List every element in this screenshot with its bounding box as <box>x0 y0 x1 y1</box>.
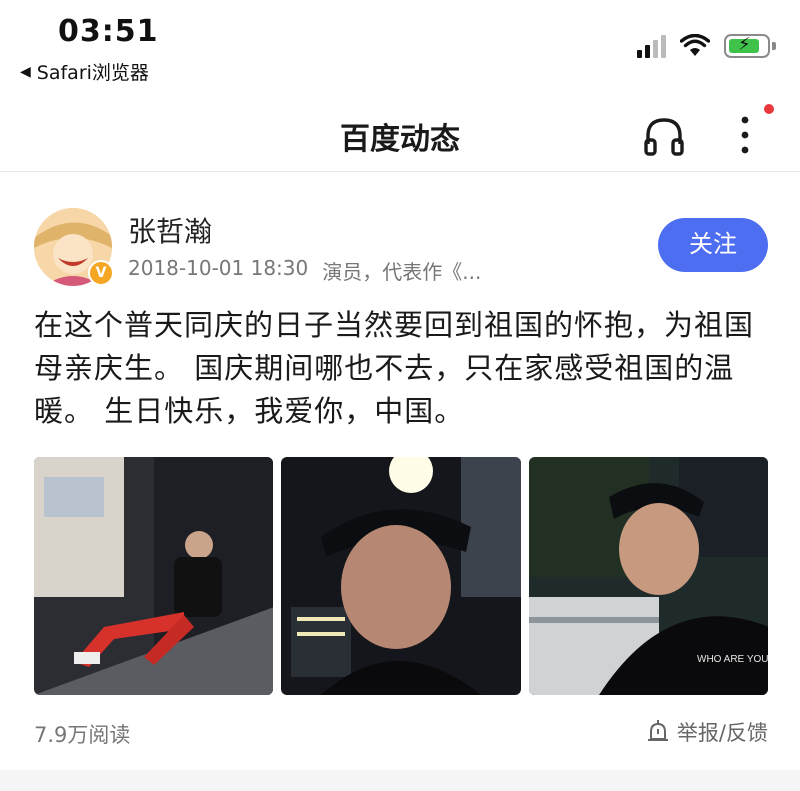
photo-grid: WHO ARE YOU? <box>34 457 768 695</box>
report-label: 举报/反馈 <box>676 721 768 745</box>
back-to-safari[interactable]: ◀ Safari浏览器 <box>20 58 149 85</box>
battery-charging-icon: ⚡ <box>724 34 776 58</box>
author-name[interactable]: 张哲瀚 <box>128 210 212 250</box>
system-icons: ⚡ <box>637 34 776 58</box>
city-selfie-photo[interactable]: WHO ARE YOU? <box>528 457 768 695</box>
notification-dot <box>764 104 774 114</box>
cellular-signal-icon <box>637 34 666 58</box>
verified-badge: V <box>88 260 114 286</box>
post-meta: 2018-10-01 18:30 演员，代表作《... <box>128 256 481 285</box>
night-selfie-photo[interactable] <box>281 457 521 695</box>
author-description: 演员，代表作《... <box>322 260 482 284</box>
status-bar: 03:51 ◀ Safari浏览器 ⚡ <box>0 0 800 90</box>
section-divider <box>0 770 800 791</box>
more-vertical-icon[interactable] <box>733 110 757 160</box>
follow-button[interactable]: 关注 <box>658 218 768 272</box>
report-feedback-link[interactable]: 举报/反馈 <box>645 717 768 747</box>
read-count: 7.9万阅读 <box>34 723 131 747</box>
top-nav-bar: 百度动态 <box>0 100 800 172</box>
post-date: 2018-10-01 18:30 <box>128 256 309 280</box>
post-text: 在这个普天同庆的日子当然要回到祖国的怀抱，为祖国母亲庆生。 国庆期间哪也不去，只… <box>34 308 755 428</box>
report-bell-icon <box>647 720 668 741</box>
shirt-text: WHO ARE YOU? <box>697 654 768 665</box>
back-triangle-icon: ◀ <box>20 63 31 80</box>
headphone-icon[interactable] <box>642 114 686 158</box>
post-card: V 张哲瀚 2018-10-01 18:30 演员，代表作《... 关注 在这个… <box>0 174 800 764</box>
status-time: 03:51 <box>58 14 159 49</box>
wifi-icon <box>680 34 710 56</box>
street-full-body-photo[interactable] <box>34 457 274 695</box>
back-app-label: Safari浏览器 <box>36 62 149 84</box>
